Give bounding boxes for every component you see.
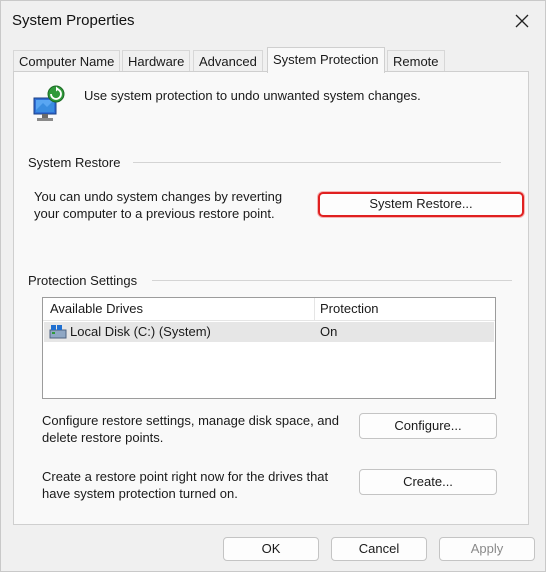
close-icon — [515, 14, 529, 28]
disk-drive-icon — [49, 324, 67, 340]
create-description-line2: have system protection turned on. — [42, 486, 238, 501]
column-header-protection[interactable]: Protection — [320, 298, 379, 320]
window-title: System Properties — [12, 12, 135, 29]
list-header: Available Drives Protection — [43, 298, 495, 321]
create-button[interactable]: Create... — [359, 469, 497, 495]
column-header-available-drives[interactable]: Available Drives — [50, 298, 143, 320]
configure-button[interactable]: Configure... — [359, 413, 497, 439]
protection-status-cell: On — [320, 324, 338, 339]
tab-system-protection[interactable]: System Protection — [267, 47, 385, 73]
system-properties-window: System Properties Computer Name Hardware… — [0, 0, 546, 572]
group-divider — [133, 162, 501, 163]
protection-settings-group-label: Protection Settings — [28, 273, 138, 288]
create-description-line1: Create a restore point right now for the… — [42, 469, 329, 484]
close-button[interactable] — [507, 7, 537, 35]
drive-name-cell: Local Disk (C:) (System) — [70, 324, 211, 339]
system-protection-panel: Use system protection to undo unwanted s… — [13, 71, 529, 525]
apply-button[interactable]: Apply — [439, 537, 535, 561]
tab-hardware[interactable]: Hardware — [122, 50, 191, 72]
group-divider — [152, 280, 512, 281]
tab-advanced[interactable]: Advanced — [193, 50, 263, 72]
table-row[interactable]: Local Disk (C:) (System) On — [44, 322, 494, 342]
tab-computer-name[interactable]: Computer Name — [13, 50, 121, 72]
system-protection-icon — [30, 84, 66, 124]
column-separator — [314, 298, 315, 320]
drives-list[interactable]: Available Drives Protection Local Disk (… — [42, 297, 496, 399]
tab-remote[interactable]: Remote — [387, 50, 445, 72]
system-restore-button[interactable]: System Restore... — [318, 192, 524, 217]
configure-description-line1: Configure restore settings, manage disk … — [42, 413, 340, 428]
title-bar: System Properties — [1, 1, 545, 41]
system-restore-group-label: System Restore — [28, 155, 121, 170]
ok-button[interactable]: OK — [223, 537, 319, 561]
configure-description-line2: delete restore points. — [42, 430, 164, 445]
header-text: Use system protection to undo unwanted s… — [84, 88, 421, 103]
system-restore-description-line2: your computer to a previous restore poin… — [34, 206, 275, 221]
cancel-button[interactable]: Cancel — [331, 537, 427, 561]
system-restore-description-line1: You can undo system changes by reverting — [34, 189, 283, 204]
